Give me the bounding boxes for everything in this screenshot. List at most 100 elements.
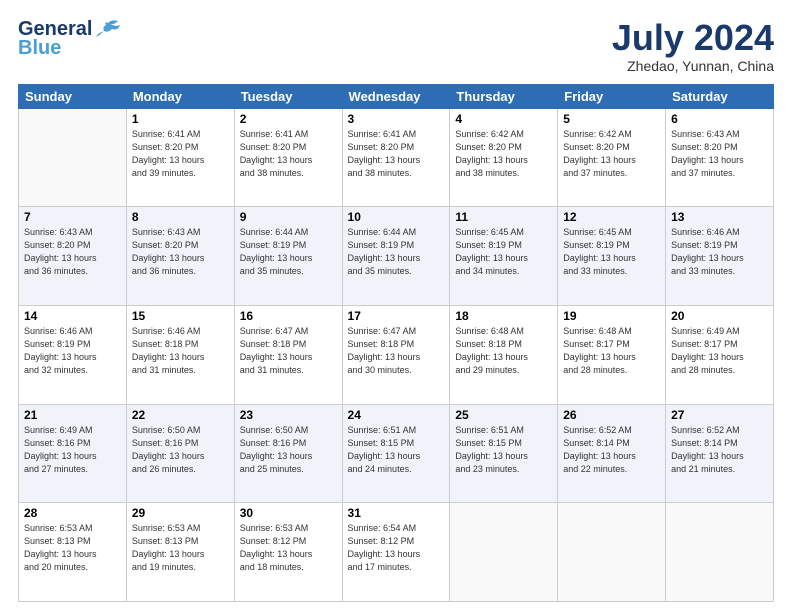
col-monday: Monday [126,84,234,108]
day-number: 26 [563,408,660,422]
table-row: 24 Sunrise: 6:51 AM Sunset: 8:15 PM Dayli… [342,404,450,503]
table-row: 6Sunrise: 6:43 AM Sunset: 8:20 PM Daylig… [666,108,774,207]
title-block: July 2024 Zhedao, Yunnan, China [612,18,774,74]
table-row [19,108,127,207]
table-row: 9Sunrise: 6:44 AM Sunset: 8:19 PM Daylig… [234,207,342,306]
day-number: 22 [132,408,229,422]
day-info: Sunrise: 6:42 AM Sunset: 8:20 PM Dayligh… [455,128,552,180]
table-row: 3 Sunrise: 6:41 AM Sunset: 8:20 PM Daylig… [342,108,450,207]
day-info: Sunrise: 6:51 AM Sunset: 8:15 PM Dayligh… [455,424,552,476]
table-row: 27 Sunrise: 6:52 AM Sunset: 8:14 PM Dayli… [666,404,774,503]
day-info: Sunrise: 6:46 AM Sunset: 8:18 PM Dayligh… [132,325,229,377]
day-number: 1 [132,112,229,126]
day-number: 31 [348,506,445,520]
day-info: Sunrise: 6:49 AM Sunset: 8:16 PM Dayligh… [24,424,121,476]
day-info: Sunrise: 6:51 AM Sunset: 8:15 PM Dayligh… [348,424,445,476]
table-row: 4 Sunrise: 6:42 AM Sunset: 8:20 PM Daylig… [450,108,558,207]
month-title: July 2024 [612,18,774,58]
table-row: 25 Sunrise: 6:51 AM Sunset: 8:15 PM Dayli… [450,404,558,503]
calendar-week-row: 21 Sunrise: 6:49 AM Sunset: 8:16 PM Dayli… [19,404,774,503]
table-row: 29 Sunrise: 6:53 AM Sunset: 8:13 PM Dayli… [126,503,234,602]
calendar-week-row: 1 Sunrise: 6:41 AM Sunset: 8:20 PM Daylig… [19,108,774,207]
day-number: 14 [24,309,121,323]
day-number: 19 [563,309,660,323]
day-info: Sunrise: 6:53 AM Sunset: 8:13 PM Dayligh… [24,522,121,574]
day-number: 2 [240,112,337,126]
calendar-week-row: 7 Sunrise: 6:43 AM Sunset: 8:20 PM Daylig… [19,207,774,306]
table-row: 5 Sunrise: 6:42 AM Sunset: 8:20 PM Daylig… [558,108,666,207]
day-number: 24 [348,408,445,422]
day-number: 25 [455,408,552,422]
day-info: Sunrise: 6:50 AM Sunset: 8:16 PM Dayligh… [132,424,229,476]
day-number: 16 [240,309,337,323]
day-number: 13 [671,210,768,224]
day-number: 7 [24,210,121,224]
table-row: 14Sunrise: 6:46 AM Sunset: 8:19 PM Dayli… [19,305,127,404]
table-row: 11Sunrise: 6:45 AM Sunset: 8:19 PM Dayli… [450,207,558,306]
day-number: 20 [671,309,768,323]
day-info: Sunrise: 6:52 AM Sunset: 8:14 PM Dayligh… [563,424,660,476]
day-number: 30 [240,506,337,520]
day-number: 6 [671,112,768,126]
col-sunday: Sunday [19,84,127,108]
day-info: Sunrise: 6:52 AM Sunset: 8:14 PM Dayligh… [671,424,768,476]
table-row: 16Sunrise: 6:47 AM Sunset: 8:18 PM Dayli… [234,305,342,404]
day-info: Sunrise: 6:49 AM Sunset: 8:17 PM Dayligh… [671,325,768,377]
calendar-week-row: 14Sunrise: 6:46 AM Sunset: 8:19 PM Dayli… [19,305,774,404]
day-number: 8 [132,210,229,224]
day-number: 28 [24,506,121,520]
day-number: 9 [240,210,337,224]
calendar-week-row: 28 Sunrise: 6:53 AM Sunset: 8:13 PM Dayli… [19,503,774,602]
col-wednesday: Wednesday [342,84,450,108]
day-number: 5 [563,112,660,126]
day-number: 23 [240,408,337,422]
day-number: 18 [455,309,552,323]
table-row: 23 Sunrise: 6:50 AM Sunset: 8:16 PM Dayli… [234,404,342,503]
day-number: 27 [671,408,768,422]
header: General Blue July 2024 Zhedao, Yunnan, C… [18,18,774,74]
day-info: Sunrise: 6:54 AM Sunset: 8:12 PM Dayligh… [348,522,445,574]
day-info: Sunrise: 6:43 AM Sunset: 8:20 PM Dayligh… [132,226,229,278]
day-number: 12 [563,210,660,224]
table-row [558,503,666,602]
day-number: 3 [348,112,445,126]
table-row: 2Sunrise: 6:41 AM Sunset: 8:20 PM Daylig… [234,108,342,207]
col-thursday: Thursday [450,84,558,108]
day-number: 21 [24,408,121,422]
day-info: Sunrise: 6:42 AM Sunset: 8:20 PM Dayligh… [563,128,660,180]
day-number: 4 [455,112,552,126]
day-number: 15 [132,309,229,323]
day-info: Sunrise: 6:53 AM Sunset: 8:13 PM Dayligh… [132,522,229,574]
table-row: 15 Sunrise: 6:46 AM Sunset: 8:18 PM Dayli… [126,305,234,404]
day-info: Sunrise: 6:46 AM Sunset: 8:19 PM Dayligh… [671,226,768,278]
table-row: 17Sunrise: 6:47 AM Sunset: 8:18 PM Dayli… [342,305,450,404]
day-info: Sunrise: 6:44 AM Sunset: 8:19 PM Dayligh… [348,226,445,278]
day-info: Sunrise: 6:41 AM Sunset: 8:20 PM Dayligh… [348,128,445,180]
day-number: 29 [132,506,229,520]
table-row: 28 Sunrise: 6:53 AM Sunset: 8:13 PM Dayli… [19,503,127,602]
logo-bird-icon [94,19,122,39]
table-row: 30Sunrise: 6:53 AM Sunset: 8:12 PM Dayli… [234,503,342,602]
day-number: 10 [348,210,445,224]
day-info: Sunrise: 6:45 AM Sunset: 8:19 PM Dayligh… [455,226,552,278]
col-tuesday: Tuesday [234,84,342,108]
table-row: 31 Sunrise: 6:54 AM Sunset: 8:12 PM Dayli… [342,503,450,602]
table-row [450,503,558,602]
col-saturday: Saturday [666,84,774,108]
table-row [666,503,774,602]
day-info: Sunrise: 6:45 AM Sunset: 8:19 PM Dayligh… [563,226,660,278]
logo: General Blue [18,18,122,60]
calendar-table: Sunday Monday Tuesday Wednesday Thursday… [18,84,774,602]
day-info: Sunrise: 6:48 AM Sunset: 8:18 PM Dayligh… [455,325,552,377]
table-row: 20 Sunrise: 6:49 AM Sunset: 8:17 PM Dayli… [666,305,774,404]
table-row: 21 Sunrise: 6:49 AM Sunset: 8:16 PM Dayli… [19,404,127,503]
logo-blue: Blue [18,37,61,60]
table-row: 13 Sunrise: 6:46 AM Sunset: 8:19 PM Dayli… [666,207,774,306]
table-row: 12 Sunrise: 6:45 AM Sunset: 8:19 PM Dayli… [558,207,666,306]
col-friday: Friday [558,84,666,108]
table-row: 7Sunrise: 6:43 AM Sunset: 8:20 PM Daylig… [19,207,127,306]
day-info: Sunrise: 6:50 AM Sunset: 8:16 PM Dayligh… [240,424,337,476]
table-row: 1Sunrise: 6:41 AM Sunset: 8:20 PM Daylig… [126,108,234,207]
day-info: Sunrise: 6:48 AM Sunset: 8:17 PM Dayligh… [563,325,660,377]
table-row: 10 Sunrise: 6:44 AM Sunset: 8:19 PM Dayli… [342,207,450,306]
